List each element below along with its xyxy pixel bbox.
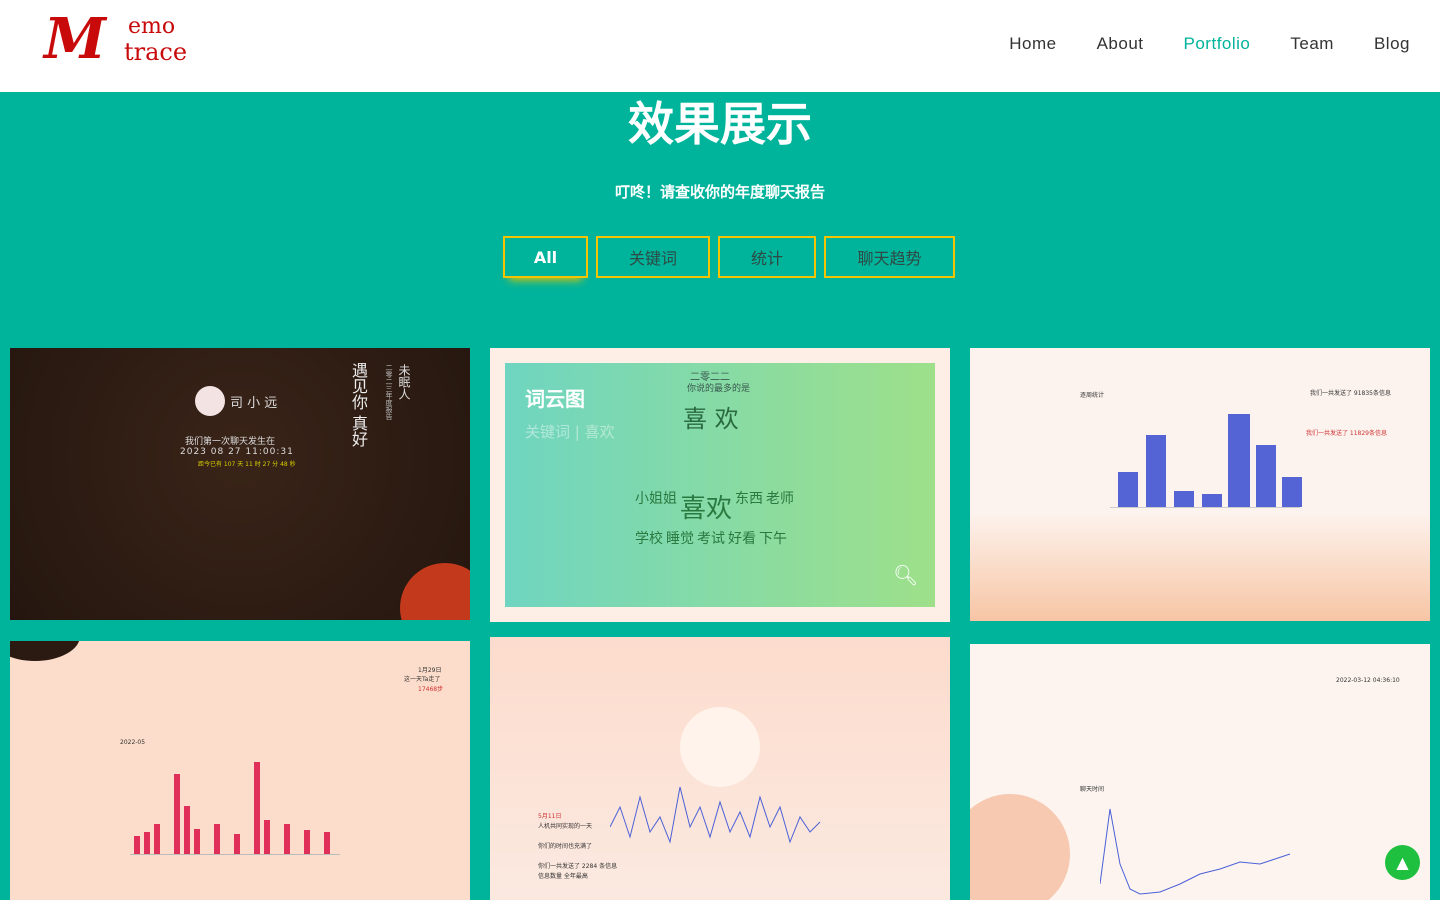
filter-stats[interactable]: 统计	[718, 236, 816, 278]
user-name: 司 小 远	[230, 396, 278, 411]
note: 5月11日	[538, 813, 562, 820]
avatar	[195, 386, 225, 416]
chart-title: 聊天时间	[1080, 786, 1105, 793]
filter-keywords[interactable]: 关键词	[596, 236, 710, 278]
planet	[400, 563, 470, 620]
portfolio-filters: All 关键词 统计 聊天趋势	[503, 236, 955, 278]
logo[interactable]: Memo trace	[44, 6, 194, 74]
nav-team[interactable]: Team	[1290, 34, 1334, 54]
nav-blog[interactable]: Blog	[1374, 34, 1410, 54]
bar-chart	[1110, 403, 1302, 508]
nav-portfolio[interactable]: Portfolio	[1184, 34, 1251, 54]
section-subtitle: 叮咚！请查收你的年度聊天报告	[614, 183, 825, 201]
portfolio-item-first-chat[interactable]: 司 小 远 我们第一次聊天发生在 2023 08 27 11:00:31 距今已…	[10, 348, 470, 620]
note: 人机共同实现的一天	[538, 823, 593, 830]
said-most: 你说的最多的是	[687, 384, 751, 394]
chart-date: 2022-05	[120, 739, 146, 746]
portfolio-item-trend[interactable]: 5月11日 人机共同实现的一天 你们的时间也充满了 你们一共发送了 2284 条…	[490, 637, 950, 900]
line-chart	[610, 786, 821, 844]
word-cloud: 小姐姐 喜欢 东西 老师 学校 睡觉 考试 好看 下午	[635, 491, 795, 547]
moon-sky	[10, 641, 80, 661]
stat-line: 我们一共发送了 11829条信息	[1306, 430, 1387, 437]
stat-line: 我们一共发送了 91835条信息	[1310, 390, 1391, 397]
section-title: 效果展示	[628, 97, 812, 151]
hill	[970, 794, 1070, 900]
note: 1月29日	[418, 667, 442, 674]
top-word: 喜 欢	[683, 405, 739, 433]
filter-all[interactable]: All	[503, 236, 588, 278]
note: 你们的时间也充满了	[538, 843, 593, 850]
since-text: 距今已有 107 天 11 时 27 分 48 秒	[198, 461, 296, 468]
note: 这一天Ta走了	[404, 676, 441, 683]
search-icon[interactable]: 🔍︎	[893, 563, 918, 587]
note: 17468步	[418, 686, 444, 693]
main-nav: Home About Portfolio Team Blog	[1009, 34, 1410, 54]
portfolio-item-chat-time[interactable]: 2022-03-12 04:36:10 聊天时间	[970, 644, 1430, 900]
first-chat-label: 我们第一次聊天发生在	[185, 437, 276, 447]
line-chart	[1100, 808, 1291, 895]
side-title: 未眠人	[397, 364, 411, 400]
timestamp: 2022-03-12 04:36:10	[1336, 677, 1400, 684]
site-header: Memo trace Home About Portfolio Team Blog	[0, 0, 1440, 92]
portfolio-item-daily-chart[interactable]: 2022-05 1月29日 这一天Ta走了 17468步	[10, 641, 470, 900]
arrow-up-icon[interactable]: ▲	[1385, 845, 1420, 880]
report-label: 二零二三年度报告	[385, 364, 393, 420]
chart-title: 逐周统计	[1080, 392, 1105, 399]
first-chat-time: 2023 08 27 11:00:31	[180, 447, 294, 457]
overlay-title: 词云图	[525, 387, 585, 411]
note: 信息数量 全年最高	[538, 873, 588, 880]
overlay-subtitle: 关键词 | 喜欢	[525, 423, 615, 441]
nav-about[interactable]: About	[1097, 34, 1144, 54]
portfolio-item-weekly-stats[interactable]: 逐周统计 我们一共发送了 91835条信息 我们一共发送了 11829条信息	[970, 348, 1430, 621]
filter-trend[interactable]: 聊天趋势	[824, 236, 955, 278]
portfolio-item-wordcloud[interactable]: 二零二二 你说的最多的是 喜 欢 小姐姐 喜欢 东西 老师 学校 睡觉 考试 好看 下午 词云图…	[490, 348, 950, 622]
note: 你们一共发送了 2284 条信息	[538, 863, 618, 870]
nav-home[interactable]: Home	[1009, 34, 1056, 54]
bar-chart	[130, 751, 340, 855]
poem: 遇见你 真好	[349, 362, 368, 448]
